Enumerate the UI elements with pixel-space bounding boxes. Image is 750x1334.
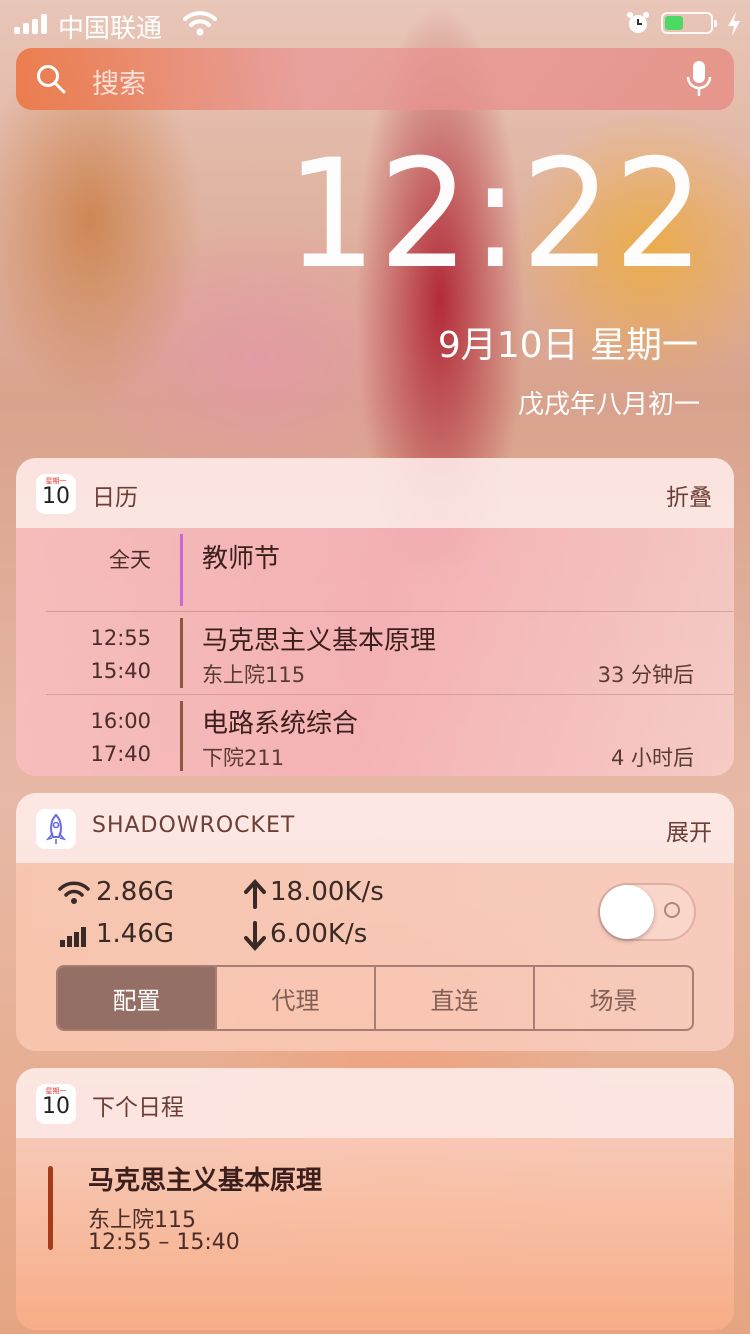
event-title: 马克思主义基本原理: [202, 626, 437, 656]
calendar-widget-title: 日历: [92, 485, 138, 511]
toggle-knob: [600, 885, 654, 939]
status-bar: 中国联通: [0, 0, 750, 48]
expand-button[interactable]: 展开: [666, 813, 712, 847]
clock-time: 12:22: [285, 128, 706, 302]
event-title: 教师节: [202, 544, 281, 574]
segment-config[interactable]: 配置: [58, 967, 215, 1029]
event-color-bar: [180, 534, 183, 606]
cellular-signal-icon: [60, 927, 86, 947]
calendar-app-icon: 星期一 10: [36, 1084, 76, 1124]
cellular-signal-icon: [14, 14, 54, 34]
event-time-range: 12:55 – 15:40: [88, 1230, 240, 1255]
event-relative-time: 4 小时后: [610, 746, 694, 770]
calendar-widget: 星期一 10 日历 折叠 全天 教师节 12:55 15:40 马克思主义基本原…: [16, 458, 734, 776]
calendar-event-list: 全天 教师节 12:55 15:40 马克思主义基本原理 东上院115 33 分…: [16, 528, 734, 776]
battery-icon: [661, 12, 717, 34]
wifi-icon: [58, 881, 90, 904]
alarm-icon: [627, 12, 649, 33]
download-arrow-icon: [244, 921, 266, 951]
next-event-widget-header[interactable]: 星期一 10 下个日程: [16, 1068, 734, 1138]
shadowrocket-widget-title: SHADOWROCKET: [92, 813, 296, 838]
upload-arrow-icon: [244, 879, 266, 909]
toggle-off-indicator: [664, 902, 680, 918]
shadowrocket-widget: SHADOWROCKET 展开 2.86G 1.46G 18.00K/s 6.0…: [16, 793, 734, 1051]
wifi-usage: 2.86G: [96, 877, 175, 907]
event-end-time: 17:40: [90, 742, 151, 766]
event-title: 电路系统综合: [202, 709, 359, 739]
cellular-usage: 1.46G: [96, 919, 175, 949]
event-end-time: 15:40: [90, 659, 151, 683]
segment-proxy[interactable]: 代理: [215, 967, 374, 1029]
calendar-widget-header[interactable]: 星期一 10 日历 折叠: [16, 458, 734, 528]
charging-bolt-icon: [728, 12, 740, 36]
download-speed: 6.00K/s: [270, 919, 368, 949]
event-location: 下院211: [202, 746, 285, 770]
event-title: 马克思主义基本原理: [88, 1166, 323, 1196]
search-bar[interactable]: 搜索: [16, 48, 734, 110]
carrier-name: 中国联通: [58, 14, 163, 44]
event-start-time: 12:55: [90, 626, 151, 650]
event-start-time: 16:00: [90, 709, 151, 733]
event-color-bar: [48, 1166, 53, 1250]
next-event-card[interactable]: 马克思主义基本原理 东上院115 12:55 – 15:40: [16, 1138, 734, 1330]
event-relative-time: 33 分钟后: [597, 663, 694, 687]
segment-scene[interactable]: 场景: [533, 967, 692, 1029]
vpn-toggle[interactable]: [598, 883, 696, 941]
calendar-app-icon: 星期一 10: [36, 474, 76, 514]
calendar-event-row[interactable]: 16:00 17:40 电路系统综合 下院211 4 小时后: [16, 695, 734, 776]
shadowrocket-widget-header[interactable]: SHADOWROCKET 展开: [16, 793, 734, 863]
search-icon: [37, 65, 66, 94]
clock-date: 9月10日 星期一: [437, 325, 698, 366]
collapse-button[interactable]: 折叠: [666, 478, 712, 512]
event-color-bar: [180, 618, 183, 688]
event-start-time: 全天: [109, 548, 151, 572]
lunar-date: 戊戌年八月初一: [517, 390, 700, 420]
next-event-widget: 星期一 10 下个日程 马克思主义基本原理 东上院115 12:55 – 15:…: [16, 1068, 734, 1330]
next-event-widget-title: 下个日程: [92, 1095, 184, 1121]
calendar-event-row[interactable]: 全天 教师节: [16, 528, 734, 610]
event-color-bar: [180, 701, 183, 771]
search-placeholder: 搜索: [92, 69, 146, 100]
segment-direct[interactable]: 直连: [374, 967, 533, 1029]
shadowrocket-stats: 2.86G 1.46G 18.00K/s 6.00K/s 配置 代理 直连 场景: [16, 863, 734, 1051]
microphone-icon[interactable]: [686, 60, 712, 98]
upload-speed: 18.00K/s: [270, 877, 384, 907]
rocket-app-icon: [36, 809, 76, 849]
routing-mode-segmented-control: 配置 代理 直连 场景: [56, 965, 694, 1031]
event-location: 东上院115: [202, 663, 306, 687]
wifi-icon: [183, 11, 217, 36]
calendar-event-row[interactable]: 12:55 15:40 马克思主义基本原理 东上院115 33 分钟后: [16, 612, 734, 694]
